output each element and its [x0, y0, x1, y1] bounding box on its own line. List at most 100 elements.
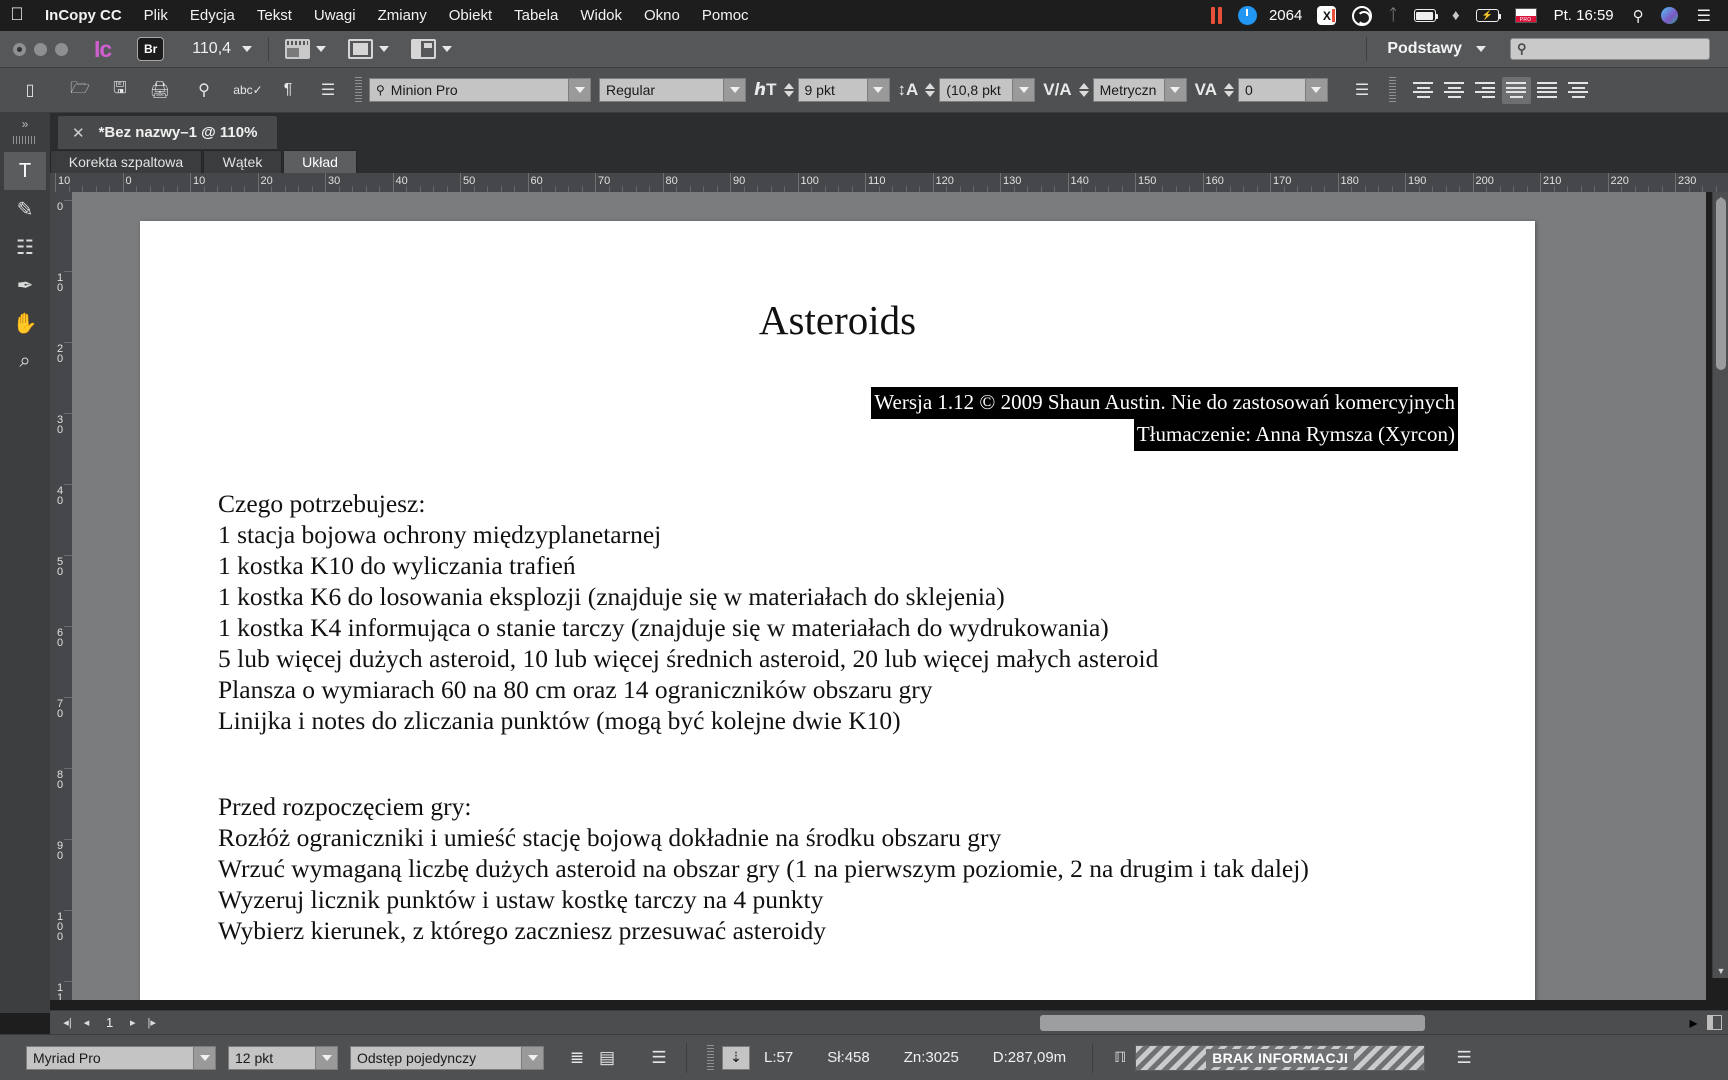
zoom-tool[interactable]: ⌕ — [4, 342, 46, 380]
minimize-window-button[interactable] — [34, 43, 47, 56]
status-font-size-dropdown[interactable] — [316, 1046, 338, 1070]
font-size-dropdown[interactable] — [868, 78, 890, 102]
menu-obiekt[interactable]: Obiekt — [438, 0, 503, 31]
kerning-stepper[interactable] — [1079, 83, 1089, 97]
chevron-down-icon[interactable] — [1476, 46, 1486, 52]
notification-center-icon[interactable]: ☰ — [1686, 0, 1720, 31]
menu-plik[interactable]: Plik — [133, 0, 179, 31]
align-away-spine-icon[interactable] — [1564, 77, 1593, 104]
tracking-input[interactable]: 0 — [1238, 78, 1306, 102]
tracking-stepper[interactable] — [1224, 83, 1234, 97]
panel-menu-icon[interactable]: ☰ — [1342, 68, 1382, 113]
menu-zmiany[interactable]: Zmiany — [367, 0, 438, 31]
menu-incopy-cc[interactable]: InCopy CC — [34, 0, 133, 31]
align-right-icon[interactable] — [1471, 77, 1500, 104]
kerning-dropdown[interactable] — [1165, 78, 1187, 102]
chevron-down-icon[interactable] — [242, 46, 252, 52]
bridge-button[interactable]: Br — [137, 37, 164, 61]
print-icon[interactable]: 🖨 — [140, 68, 180, 113]
hand-tool[interactable]: ✋ — [4, 304, 46, 342]
menu-widok[interactable]: Widok — [569, 0, 633, 31]
font-family-input[interactable]: ⚲ Minion Pro — [369, 78, 569, 102]
creative-cloud-icon[interactable] — [1344, 0, 1380, 31]
previous-page-icon[interactable]: ◂ — [77, 1013, 96, 1033]
selected-text-block[interactable]: Wersja 1.12 © 2009 Shaun Austin. Nie do … — [871, 387, 1458, 451]
apple-logo-icon[interactable]:  — [0, 4, 34, 28]
document-tab[interactable]: ✕ *Bez nazwy–1 @ 110% — [58, 116, 277, 149]
toolbar-grip[interactable] — [1389, 77, 1396, 103]
page-number[interactable]: 1 — [96, 1015, 123, 1030]
maximize-window-button[interactable] — [55, 43, 68, 56]
close-window-button[interactable] — [13, 43, 26, 56]
tab-korekta-szpaltowa[interactable]: Korekta szpaltowa — [50, 150, 202, 173]
find-icon[interactable]: ⚲ — [180, 68, 228, 113]
status-line-spacing-input[interactable]: Odstęp pojedynczy — [350, 1046, 522, 1070]
menu-tekst[interactable]: Tekst — [246, 0, 303, 31]
vertical-scrollbar[interactable]: ▲ ▼ — [1712, 192, 1728, 978]
galley-view-button[interactable] — [285, 39, 326, 59]
document-page[interactable]: Asteroids Wersja 1.12 © 2009 Shaun Austi… — [140, 221, 1535, 1000]
menu-pomoc[interactable]: Pomoc — [691, 0, 760, 31]
text-frame-icon[interactable]: ▯ — [0, 68, 60, 113]
horizontal-ruler[interactable]: 1001020304050607080901001101201301401501… — [50, 173, 1728, 192]
timer-icon[interactable] — [1230, 0, 1265, 31]
show-hidden-chars-icon[interactable]: ¶ — [268, 68, 308, 113]
font-style-dropdown[interactable] — [724, 78, 746, 102]
align-justify-icon[interactable] — [1502, 77, 1531, 104]
font-family-dropdown[interactable] — [569, 78, 591, 102]
scroll-down-icon[interactable]: ▼ — [1713, 964, 1728, 978]
chevron-right-icon[interactable]: » — [22, 117, 29, 131]
panel-menu-icon[interactable]: ☰ — [644, 1044, 674, 1072]
vertical-ruler[interactable]: 0102030405060708090100110 — [50, 192, 72, 1000]
font-size-input[interactable]: 9 pkt — [798, 78, 868, 102]
spotlight-search-icon[interactable]: ⚲ — [1624, 0, 1653, 31]
chevron-down-icon[interactable] — [316, 46, 326, 52]
menu-tabela[interactable]: Tabela — [503, 0, 569, 31]
horizontal-scroll-thumb[interactable] — [1040, 1015, 1425, 1031]
columns-icon[interactable]: ▤ — [592, 1044, 622, 1072]
pause-icon[interactable] — [1203, 0, 1230, 31]
bluetooth-icon[interactable]: ᛏ — [1380, 0, 1406, 31]
menu-edycja[interactable]: Edycja — [179, 0, 246, 31]
chevron-down-icon[interactable] — [379, 46, 389, 52]
note-tool[interactable]: ✎ — [4, 190, 46, 228]
last-page-icon[interactable]: |▸ — [142, 1013, 161, 1033]
type-tool[interactable]: T — [4, 152, 46, 190]
polish-flag-icon[interactable]: PRO — [1507, 0, 1545, 31]
tab-watek[interactable]: Wątek — [203, 150, 282, 173]
font-size-stepper[interactable] — [784, 83, 794, 97]
close-icon[interactable]: ✕ — [72, 124, 85, 142]
battery-charging-icon[interactable]: ⚡ — [1468, 0, 1507, 31]
next-page-icon[interactable]: ▸ — [123, 1013, 142, 1033]
spellcheck-icon[interactable]: abc✓ — [228, 68, 268, 113]
first-page-icon[interactable]: ◂| — [58, 1013, 77, 1033]
workspace-switcher[interactable]: Podstawy ⚲ — [1366, 37, 1728, 61]
menu-uwagi[interactable]: Uwagi — [303, 0, 367, 31]
menu-okno[interactable]: Okno — [633, 0, 691, 31]
align-center-icon[interactable] — [1440, 77, 1469, 104]
vertical-scroll-thumb[interactable] — [1716, 198, 1726, 370]
layout-view-button[interactable] — [411, 39, 452, 59]
eyedropper-tool[interactable]: ✒ — [4, 266, 46, 304]
numbering-icon[interactable]: ≣ — [562, 1044, 592, 1072]
leading-input[interactable]: (10,8 pkt — [939, 78, 1013, 102]
panel-options-icon[interactable]: ☰ — [1449, 1044, 1479, 1072]
zoom-level-control[interactable]: 110,4 — [192, 40, 252, 58]
siri-icon[interactable] — [1653, 0, 1686, 31]
tab-uklad[interactable]: Układ — [283, 150, 357, 173]
toolbar-grip[interactable] — [355, 77, 362, 103]
leading-dropdown[interactable] — [1013, 78, 1035, 102]
split-view-icon[interactable] — [1707, 1015, 1722, 1030]
save-file-icon[interactable]: 🖫 — [100, 68, 140, 113]
scroll-right-icon[interactable]: ▸ — [1684, 1013, 1703, 1033]
document-body-text[interactable]: Czego potrzebujesz: 1 stacja bojowa ochr… — [218, 489, 1475, 947]
align-justify-all-icon[interactable] — [1533, 77, 1562, 104]
leading-stepper[interactable] — [925, 83, 935, 97]
wifi-icon[interactable]: ♦ — [1444, 0, 1468, 31]
status-font-size-input[interactable]: 12 pkt — [228, 1046, 316, 1070]
panel-menu-icon[interactable]: ☰ — [308, 68, 348, 113]
excel-icon[interactable]: X — [1309, 0, 1344, 31]
tracking-dropdown[interactable] — [1306, 78, 1328, 102]
copyfit-icon[interactable]: ℿ — [1105, 1044, 1135, 1072]
align-left-icon[interactable] — [1409, 77, 1438, 104]
